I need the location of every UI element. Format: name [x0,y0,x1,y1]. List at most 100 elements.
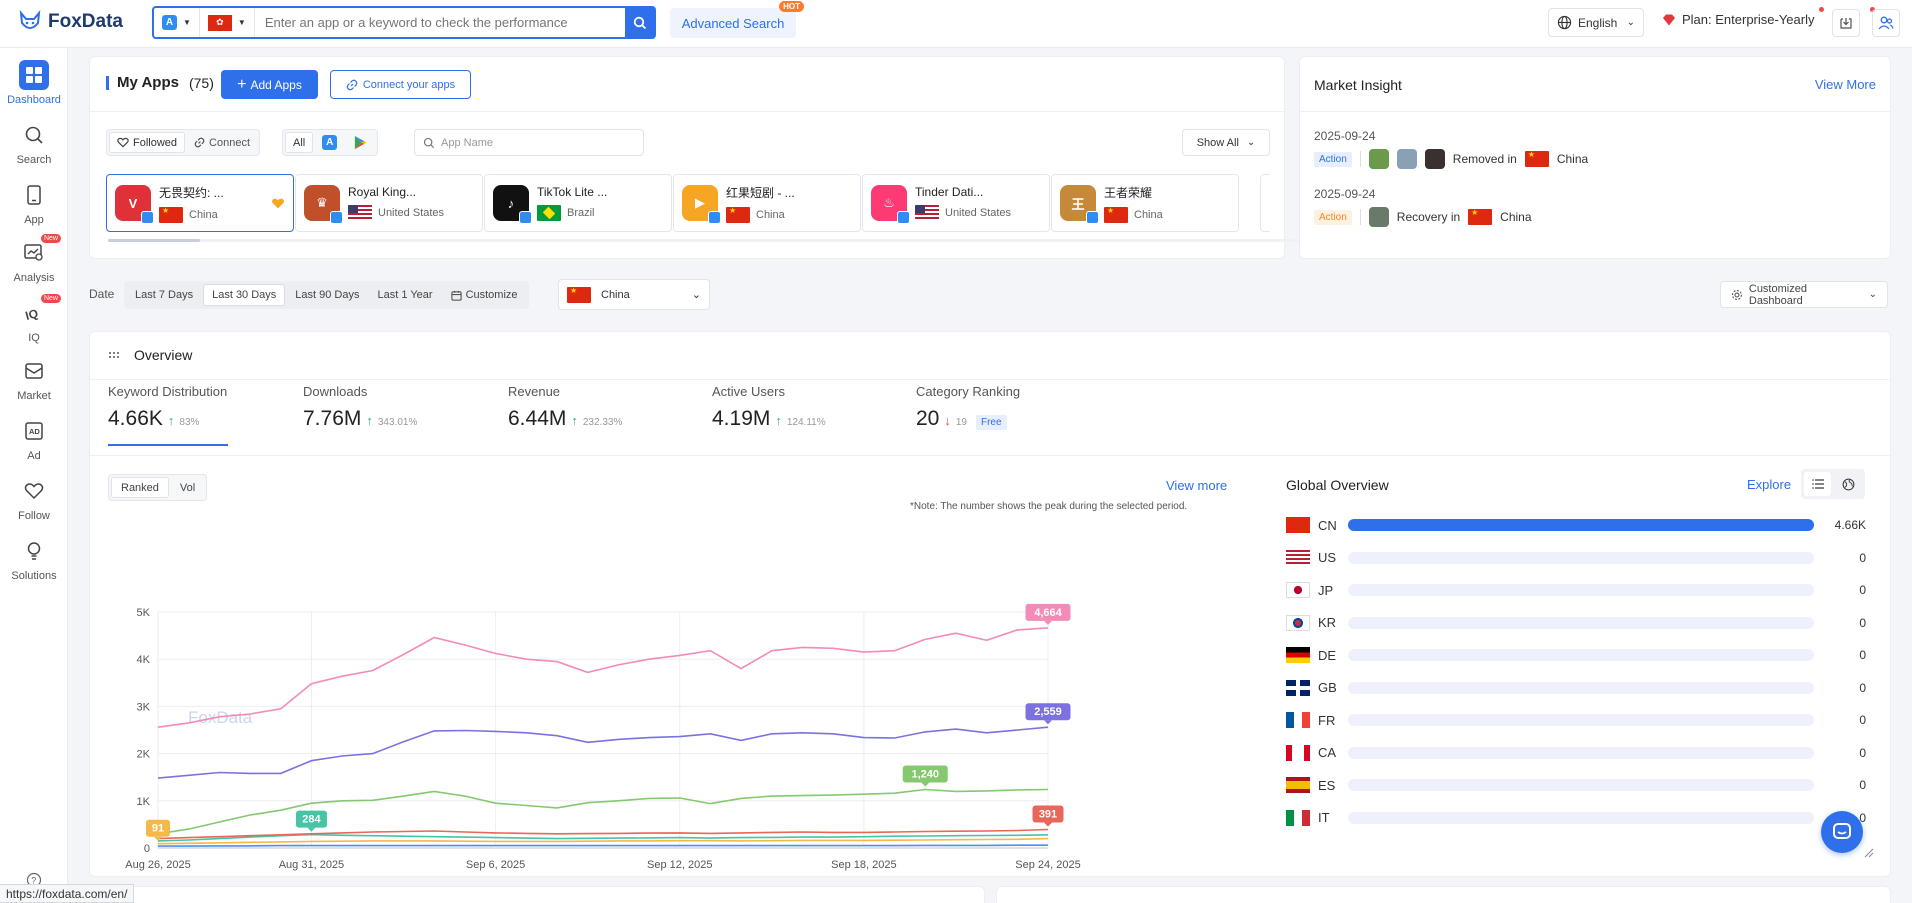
app-thumbnail[interactable] [1368,149,1389,169]
search-input[interactable] [254,15,625,30]
resize-handle-icon[interactable] [1864,848,1874,858]
insight-entry[interactable]: Action Recovery in China [1314,207,1532,227]
app-card[interactable]: ♪ TikTok Lite ... Brazil [484,174,672,232]
app-name: TikTok Lite ... [537,185,608,199]
app-thumbnail[interactable] [1424,149,1445,169]
language-selector[interactable]: English ⌄ [1548,8,1644,37]
customized-dashboard-button[interactable]: Customized Dashboard ⌄ [1720,281,1888,308]
list-view-button[interactable] [1804,472,1831,496]
sidebar-item-solutions[interactable]: Solutions [0,536,68,582]
scrollbar-thumb[interactable] [108,239,200,242]
search-button[interactable] [625,7,655,38]
view-more-link[interactable]: View More [1815,77,1876,92]
insight-date: 2025-09-24 [1314,187,1376,201]
app-card[interactable]: ▶ 红果短剧 - ... China [673,174,861,232]
app-name-search[interactable]: App Name [414,129,644,156]
divider [90,111,1286,112]
date-option-last-1-year[interactable]: Last 1 Year [370,284,441,306]
view-more-link[interactable]: View more [1166,478,1227,493]
country-row-kr[interactable]: KR 0 [1286,613,1866,633]
store-selector[interactable]: A ▼ [154,8,200,37]
plus-icon: + [237,75,247,93]
map-view-button[interactable] [1835,472,1862,496]
sidebar-item-ad[interactable]: AD Ad [0,416,68,462]
search-icon [25,126,43,144]
toggle-label: Ranked [121,481,159,494]
toggle-ranked[interactable]: Ranked [111,477,169,498]
platform-google-play[interactable] [346,132,375,153]
date-option-last-90-days[interactable]: Last 90 Days [287,284,367,306]
sidebar-item-market[interactable]: Market [0,356,68,402]
sidebar-item-iq[interactable]: IQ New IQ [0,294,68,344]
app-icon-glyph: ♨ [883,195,895,210]
date-option-last-7-days[interactable]: Last 7 Days [127,284,201,306]
app-card[interactable]: ♨ Tinder Dati... United States [862,174,1050,232]
app-card[interactable]: 王 王者荣耀 China [1051,174,1239,232]
add-apps-button[interactable]: + Add Apps [221,70,318,99]
country-row-ca[interactable]: CA 0 [1286,743,1866,763]
sidebar-item-follow[interactable]: Follow [0,476,68,522]
peak-label-text: 91 [152,823,164,835]
platform-app-store[interactable]: A [315,132,344,153]
explore-link[interactable]: Explore [1747,477,1791,492]
country-row-de[interactable]: DE 0 [1286,645,1866,665]
country-row-gb[interactable]: GB 0 [1286,678,1866,698]
logo-text: FoxData [48,11,123,32]
sidebar-item-dashboard[interactable]: Dashboard [0,60,68,106]
country-selector[interactable]: China ⌄ [558,279,710,310]
chat-support-button[interactable] [1821,811,1863,853]
show-all-dropdown[interactable]: Show All ⌄ [1182,129,1270,156]
country-bar-track [1348,649,1814,661]
horizontal-scrollbar[interactable] [108,239,1308,242]
metric-active-users[interactable]: Active Users 4.19M ↑ 124.11% [712,384,826,431]
app-thumbnail[interactable] [1368,207,1389,227]
divider [1359,151,1361,167]
metric-change: 83% [179,417,200,428]
filter-followed[interactable]: Followed [109,132,186,153]
app-card[interactable]: V 无畏契约: ... China [106,174,294,232]
drag-handle-icon[interactable] [108,351,120,359]
date-option-customize[interactable]: Customize [443,284,526,306]
app-icon-glyph: ▶ [695,195,705,210]
app-store-badge-icon [141,211,154,224]
insight-entry[interactable]: Action Removed in China [1314,149,1588,169]
y-tick-label: 0 [144,843,150,855]
country-value: 4.66K [1834,518,1866,532]
date-option-label: Last 7 Days [135,289,194,301]
chart-x-ticks: Aug 26, 2025 Aug 31, 2025 Sep 6, 2025 Sep 1… [125,859,1080,871]
logo[interactable]: FoxData [18,10,123,34]
app-name-placeholder: App Name [441,136,493,149]
download-icon [1840,18,1852,29]
app-thumbnail[interactable] [1396,149,1417,169]
plan-indicator[interactable]: Plan: Enterprise-Yearly [1662,12,1814,27]
sidebar-item-search[interactable]: Search [0,120,68,166]
metric-category-ranking[interactable]: Category Ranking 20 ↓ 19 Free [916,384,1020,431]
toggle-vol[interactable]: Vol [171,477,204,498]
date-option-last-30-days[interactable]: Last 30 Days [203,284,286,306]
metric-keyword-distribution[interactable]: Keyword Distribution 4.66K ↑ 83% [108,384,227,431]
de-flag-icon [1286,647,1310,663]
country-row-fr[interactable]: FR 0 [1286,710,1866,730]
country-row-cn[interactable]: CN 4.66K [1286,515,1866,535]
sidebar-item-analysis[interactable]: New Analysis [0,234,68,284]
download-button[interactable] [1832,9,1860,37]
country-row-es[interactable]: ES 0 [1286,775,1866,795]
filter-connect[interactable]: Connect [187,132,257,153]
app-card[interactable]: ♛ Royal King... United States [295,174,483,232]
country-row-it[interactable]: IT 0 [1286,808,1866,828]
sidebar-item-app[interactable]: App [0,180,68,226]
country-row-us[interactable]: US 0 [1286,548,1866,568]
metric-revenue[interactable]: Revenue 6.44M ↑ 232.33% [508,384,622,431]
advanced-search-button[interactable]: Advanced Search HOT [670,1,804,38]
country-row-jp[interactable]: JP 0 [1286,580,1866,600]
platform-all[interactable]: All [285,132,314,153]
country-code: JP [1318,582,1334,598]
heart-filled-icon[interactable] [271,197,285,210]
metric-downloads[interactable]: Downloads 7.76M ↑ 343.01% [303,384,417,431]
customized-dashboard-label: Customized Dashboard [1748,282,1807,307]
connect-apps-button[interactable]: Connect your apps [330,70,471,99]
brazil-flag-icon [537,205,561,221]
account-button[interactable] [1872,9,1900,37]
region-selector[interactable]: ✿ ▼ [200,8,255,37]
market-icon [25,363,43,379]
